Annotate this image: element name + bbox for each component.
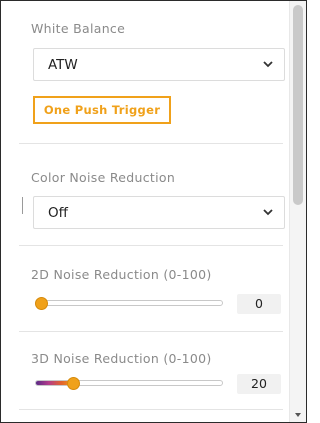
noise-2d-slider-handle[interactable]: [35, 297, 48, 310]
chevron-down-icon: [263, 209, 273, 216]
noise-3d-slider-handle[interactable]: [67, 377, 80, 390]
color-noise-reduction-select[interactable]: Off: [33, 196, 285, 229]
field-marker: [22, 197, 23, 214]
white-balance-label: White Balance: [31, 21, 126, 36]
section-divider: [19, 143, 283, 144]
color-noise-reduction-label: Color Noise Reduction: [31, 170, 176, 185]
image-settings-panel: White Balance ATW One Push Trigger Color…: [1, 1, 289, 422]
noise-2d-value-field[interactable]: 0: [237, 294, 281, 314]
section-divider: [19, 409, 283, 410]
chevron-down-icon: [263, 61, 273, 68]
scroll-down-arrow-icon[interactable]: [292, 410, 304, 420]
vertical-scrollbar[interactable]: [289, 1, 306, 422]
settings-window: White Balance ATW One Push Trigger Color…: [0, 0, 307, 423]
section-divider: [19, 331, 283, 332]
noise-3d-value-field[interactable]: 20: [237, 374, 281, 394]
noise-3d-slider-track[interactable]: [35, 380, 223, 386]
color-noise-reduction-value: Off: [48, 205, 68, 221]
noise-2d-label: 2D Noise Reduction (0-100): [31, 267, 212, 282]
white-balance-value: ATW: [48, 57, 78, 73]
noise-3d-label: 3D Noise Reduction (0-100): [31, 351, 212, 366]
white-balance-select[interactable]: ATW: [33, 48, 285, 81]
one-push-trigger-button[interactable]: One Push Trigger: [33, 96, 171, 124]
scrollbar-thumb[interactable]: [293, 5, 303, 205]
noise-2d-slider-track[interactable]: [35, 300, 223, 306]
section-divider: [19, 245, 283, 246]
